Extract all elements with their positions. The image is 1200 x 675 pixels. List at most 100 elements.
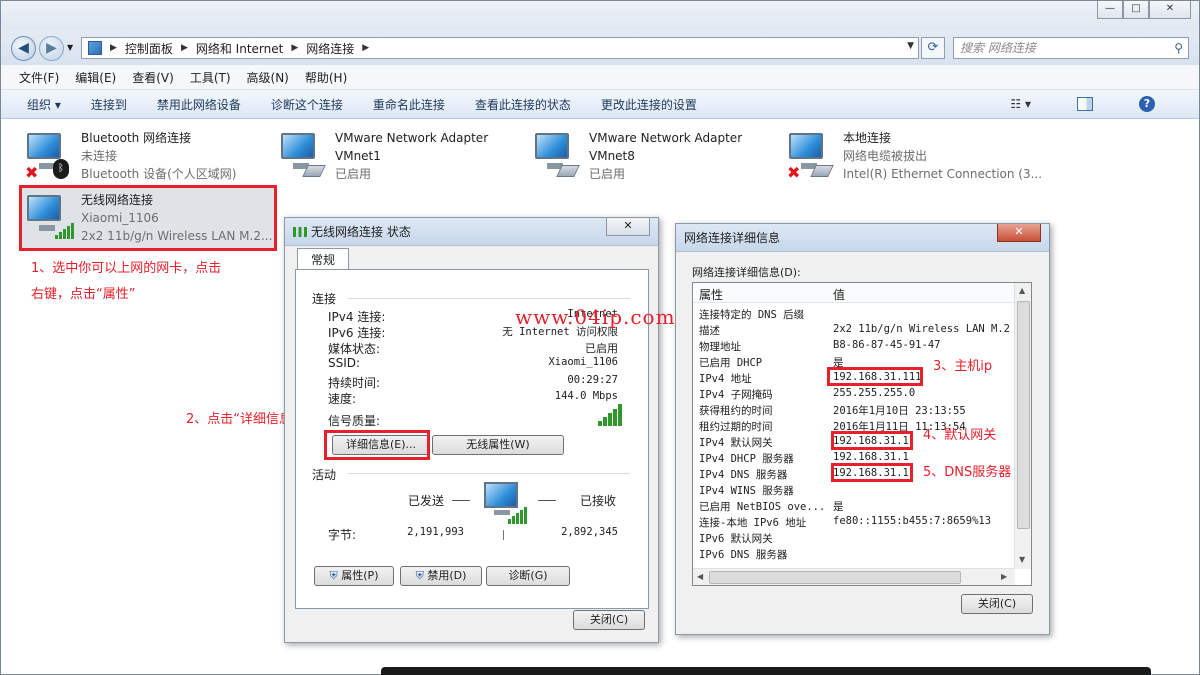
- tab-general[interactable]: 常规: [297, 248, 349, 270]
- rename-connection-button[interactable]: 重命名此连接: [373, 96, 445, 113]
- preview-pane-icon[interactable]: [1077, 97, 1093, 111]
- properties-button[interactable]: ⛨ 属性(P): [314, 566, 394, 586]
- row-property: 已启用 DHCP: [699, 357, 763, 369]
- scroll-thumb[interactable]: [1017, 301, 1030, 529]
- scroll-left-icon[interactable]: ◀: [697, 572, 703, 581]
- connection-name-line2: VMnet8: [589, 149, 635, 163]
- list-row[interactable]: IPv4 子网掩码 255.255.255.0: [699, 387, 1013, 403]
- vertical-scrollbar[interactable]: ▲ ▼: [1014, 283, 1031, 569]
- connection-name: Bluetooth 网络连接: [81, 131, 192, 145]
- speed-value: 144.0 Mbps: [554, 390, 618, 402]
- list-row[interactable]: 连接特定的 DNS 后缀: [699, 307, 1013, 323]
- bytes-sent-value: 2,191,993: [407, 526, 464, 538]
- column-header-property[interactable]: 属性: [699, 286, 723, 303]
- duration-value: 00:29:27: [567, 374, 618, 386]
- close-button[interactable]: ✕: [606, 218, 650, 236]
- command-bar: 组织 ▾ 连接到 禁用此网络设备 诊断这个连接 重命名此连接 查看此连接的状态 …: [1, 90, 1199, 119]
- chevron-down-icon[interactable]: ▼: [907, 41, 914, 51]
- wireless-network-icon: [23, 191, 74, 243]
- list-row[interactable]: 已启用 NetBIOS ove... 是: [699, 499, 1013, 515]
- network-cable-icon: [556, 165, 580, 177]
- menu-file[interactable]: 文件(F): [19, 69, 59, 86]
- highlight-dns-server: [831, 463, 913, 482]
- menu-tools[interactable]: 工具(T): [190, 69, 231, 86]
- change-view-icon[interactable]: ☷ ▾: [1010, 97, 1031, 111]
- list-row[interactable]: 连接-本地 IPv6 地址 fe80::1155:b455:7:8659%13: [699, 515, 1013, 531]
- forward-button[interactable]: ▶: [39, 36, 64, 61]
- column-header-value[interactable]: 值: [833, 286, 845, 303]
- bytes-received-value: 2,892,345: [561, 526, 618, 538]
- connection-status: 已启用: [335, 167, 372, 181]
- menu-bar: 文件(F) 编辑(E) 查看(V) 工具(T) 高级(N) 帮助(H): [1, 65, 1199, 90]
- breadcrumb-item[interactable]: 网络连接: [306, 40, 354, 57]
- close-dialog-button[interactable]: 关闭(C): [961, 594, 1033, 614]
- explorer-window: — □ ✕ ◀ ▶ ▼ ▶ 控制面板 ▶ 网络和 Internet ▶ 网络连接…: [0, 0, 1200, 675]
- list-row[interactable]: 物理地址 B8-86-87-45-91-47: [699, 339, 1013, 355]
- list-row[interactable]: 获得租约的时间 2016年1月10日 23:13:55: [699, 403, 1013, 419]
- highlight-default-gateway: [831, 431, 913, 450]
- bluetooth-network-icon: ✖ ᛒ: [23, 129, 73, 182]
- dialog-title-text: 无线网络连接 状态: [311, 225, 411, 239]
- connection-vmnet1[interactable]: VMware Network Adapter VMnet1 已启用: [277, 129, 527, 185]
- change-settings-button[interactable]: 更改此连接的设置: [601, 96, 697, 113]
- scroll-right-icon[interactable]: ▶: [1001, 572, 1007, 581]
- row-property: IPv4 DNS 服务器: [699, 469, 788, 481]
- media-state-label: 媒体状态:: [328, 342, 381, 356]
- connection-section-label: 连接: [312, 292, 337, 306]
- breadcrumb-item[interactable]: 网络和 Internet: [196, 40, 283, 57]
- search-input[interactable]: 搜索 网络连接 ⚲: [953, 37, 1189, 59]
- control-panel-icon: [88, 41, 102, 55]
- minimize-button[interactable]: —: [1097, 1, 1123, 19]
- connection-vmnet8[interactable]: VMware Network Adapter VMnet8 已启用: [531, 129, 781, 185]
- menu-help[interactable]: 帮助(H): [305, 69, 347, 86]
- back-button[interactable]: ◀: [11, 36, 36, 61]
- maximize-button[interactable]: □: [1123, 1, 1149, 19]
- row-property: 已启用 NetBIOS ove...: [699, 501, 826, 513]
- connection-bluetooth[interactable]: ✖ ᛒ Bluetooth 网络连接 未连接 Bluetooth 设备(个人区域…: [23, 129, 273, 185]
- sent-label: 已发送: [408, 494, 445, 508]
- diagnose-connection-button[interactable]: 诊断这个连接: [271, 96, 343, 113]
- view-status-button[interactable]: 查看此连接的状态: [475, 96, 571, 113]
- scroll-thumb[interactable]: [709, 571, 961, 584]
- close-button[interactable]: ✕: [1149, 1, 1191, 19]
- window-controls: — □ ✕: [1097, 1, 1191, 19]
- list-row[interactable]: IPv6 默认网关: [699, 531, 1013, 547]
- list-row[interactable]: 描述 2x2 11b/g/n Wireless LAN M.2 A: [699, 323, 1013, 339]
- connection-wireless[interactable]: 无线网络连接 Xiaomi_1106 2x2 11b/g/n Wireless …: [23, 191, 273, 247]
- menu-edit[interactable]: 编辑(E): [75, 69, 116, 86]
- details-dialog-title: 网络连接详细信息 ✕: [676, 224, 1049, 252]
- menu-advanced[interactable]: 高级(N): [247, 69, 289, 86]
- connect-to-button[interactable]: 连接到: [91, 96, 127, 113]
- search-icon[interactable]: ⚲: [1174, 38, 1183, 58]
- diagnose-button[interactable]: 诊断(G): [486, 566, 570, 586]
- organize-button[interactable]: 组织 ▾: [27, 96, 61, 113]
- breadcrumb-item[interactable]: 控制面板: [125, 40, 173, 57]
- close-dialog-button[interactable]: 关闭(C): [573, 610, 645, 630]
- row-property: IPv4 WINS 服务器: [699, 485, 794, 497]
- wireless-properties-button[interactable]: 无线属性(W): [432, 435, 564, 455]
- connection-device: 2x2 11b/g/n Wireless LAN M.2...: [81, 229, 273, 243]
- refresh-button[interactable]: ⟳: [921, 37, 945, 59]
- received-label: 已接收: [580, 494, 617, 508]
- menu-view[interactable]: 查看(V): [132, 69, 174, 86]
- connection-local[interactable]: ✖ 本地连接 网络电缆被拔出 Intel(R) Ethernet Connect…: [785, 129, 1045, 185]
- recent-pages-icon[interactable]: ▼: [67, 43, 73, 52]
- help-icon[interactable]: ?: [1139, 96, 1155, 112]
- address-bar[interactable]: ▶ 控制面板 ▶ 网络和 Internet ▶ 网络连接 ▶ ▼: [81, 37, 919, 59]
- horizontal-scrollbar[interactable]: ◀ ▶: [693, 568, 1015, 585]
- list-row[interactable]: IPv6 DNS 服务器: [699, 547, 1013, 563]
- disable-button[interactable]: ⛨ 禁用(D): [400, 566, 482, 586]
- connection-name-line2: VMnet1: [335, 149, 381, 163]
- annotation-step1-line1: 1、选中你可以上网的网卡，点击: [31, 261, 222, 276]
- uac-shield-icon: ⛨: [415, 569, 424, 582]
- wireless-signal-icon: [53, 223, 74, 239]
- row-value: 255.255.255.0: [833, 387, 916, 399]
- close-button[interactable]: ✕: [997, 224, 1041, 242]
- status-dialog-title: 无线网络连接 状态 ✕: [285, 218, 658, 246]
- scroll-up-icon[interactable]: ▲: [1019, 286, 1025, 295]
- row-property: IPv6 DNS 服务器: [699, 549, 788, 561]
- annotation-step3: 3、主机ip: [933, 359, 993, 374]
- network-computer-icon: [484, 482, 534, 528]
- scroll-down-icon[interactable]: ▼: [1019, 555, 1025, 564]
- disable-device-button[interactable]: 禁用此网络设备: [157, 96, 241, 113]
